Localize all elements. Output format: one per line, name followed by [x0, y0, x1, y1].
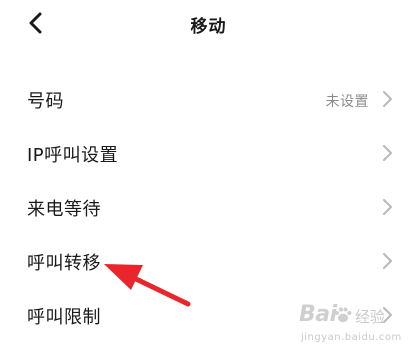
- chevron-right-icon: [383, 253, 392, 269]
- row-ip-call-settings[interactable]: IP呼叫设置: [0, 126, 417, 180]
- page-title: 移动: [190, 17, 227, 37]
- chevron-right-icon: [383, 199, 392, 215]
- baidu-jingyan-watermark: Bai 经验 jingyan.baidu.com: [299, 302, 409, 348]
- row-call-forwarding[interactable]: 呼叫转移: [0, 234, 417, 288]
- chevron-right-icon: [383, 145, 392, 161]
- row-label: 呼叫转移: [27, 253, 101, 274]
- row-label: 呼叫限制: [27, 307, 101, 328]
- row-call-waiting[interactable]: 来电等待: [0, 180, 417, 234]
- navigation-bar: 移动: [0, 0, 417, 48]
- paw-print-icon: [335, 307, 352, 323]
- row-phone-number[interactable]: 号码 未设置: [0, 72, 417, 126]
- watermark-url: jingyan.baidu.com: [301, 332, 402, 343]
- row-label: 号码: [27, 91, 64, 112]
- chevron-right-icon: [383, 91, 392, 107]
- watermark-sub: 经验: [355, 308, 386, 326]
- row-value: 未设置: [325, 94, 369, 110]
- row-label: 来电等待: [27, 199, 101, 220]
- watermark-brand: Bai: [299, 302, 337, 327]
- row-label: IP呼叫设置: [27, 145, 119, 166]
